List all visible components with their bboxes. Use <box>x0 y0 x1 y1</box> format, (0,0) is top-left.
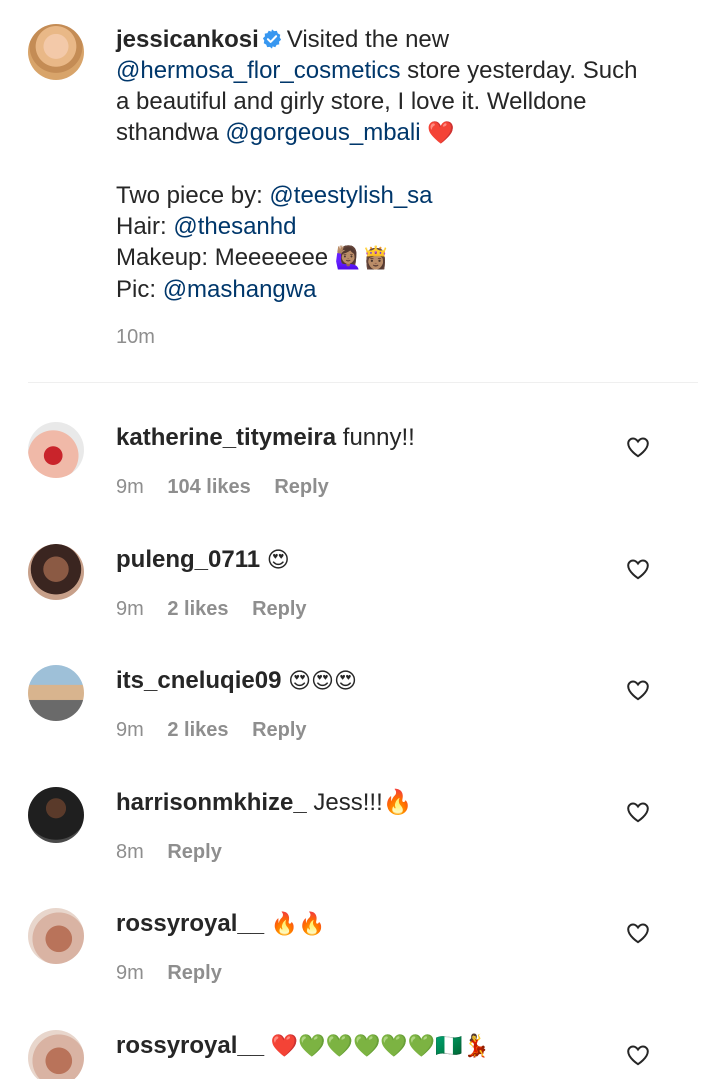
comment-likes[interactable]: 104 likes <box>167 476 250 498</box>
mention-pic[interactable]: @mashangwa <box>163 276 317 303</box>
caption-line4-prefix: sthandwa <box>116 119 219 146</box>
author-username[interactable]: jessicankosi <box>116 26 259 53</box>
reply-button[interactable]: Reply <box>167 962 221 984</box>
divider <box>28 382 698 383</box>
comment-time: 9m <box>116 598 144 620</box>
commenter-avatar[interactable] <box>28 787 84 843</box>
comment-meta: 9m 2 likes Reply <box>116 598 325 621</box>
mention-outfit[interactable]: @teestylish_sa <box>269 182 432 209</box>
commenter-avatar[interactable] <box>28 422 84 478</box>
comment-item: katherine_titymeira funny!! 9m 104 likes… <box>0 422 720 532</box>
comment-item: rossyroyal__ ❤️💚💚💚💚💚🇳🇬💃 <box>0 1030 720 1079</box>
comment-username[interactable]: its_cneluqie09 <box>116 667 281 694</box>
comment-text: Jess!!!🔥 <box>313 789 413 816</box>
heart-outline-icon[interactable] <box>626 1044 650 1066</box>
makeup-emoji: 🙋🏽‍♀️👸🏽 <box>334 246 390 271</box>
comment-text: 😍😍😍 <box>288 669 357 694</box>
comment-text: 😍 <box>266 548 290 573</box>
comment-body: rossyroyal__ 🔥🔥 <box>116 908 596 941</box>
commenter-avatar[interactable] <box>28 665 84 721</box>
comment-username[interactable]: rossyroyal__ <box>116 910 264 937</box>
comment-meta: 9m 2 likes Reply <box>116 719 325 742</box>
caption-line2: store yesterday. Such <box>407 57 638 84</box>
comment-item: rossyroyal__ 🔥🔥 9m Reply <box>0 908 720 1018</box>
verified-badge-icon <box>262 29 281 49</box>
commenter-avatar[interactable] <box>28 908 84 964</box>
heart-outline-icon[interactable] <box>626 922 650 944</box>
mention-store[interactable]: @hermosa_flor_cosmetics <box>116 57 400 84</box>
comment-time: 9m <box>116 476 144 498</box>
reply-button[interactable]: Reply <box>252 598 306 620</box>
comment-time: 9m <box>116 719 144 741</box>
comment-body: puleng_0711 😍 <box>116 544 596 577</box>
reply-button[interactable]: Reply <box>274 476 328 498</box>
credit-hair-label: Hair: <box>116 213 167 240</box>
heart-outline-icon[interactable] <box>626 679 650 701</box>
credit-makeup-label: Makeup: Meeeeeee <box>116 244 329 271</box>
comment-body: rossyroyal__ ❤️💚💚💚💚💚🇳🇬💃 <box>116 1030 596 1063</box>
commenter-avatar[interactable] <box>28 1030 84 1079</box>
comment-likes[interactable]: 2 likes <box>167 719 228 741</box>
comment-username[interactable]: katherine_titymeira <box>116 424 336 451</box>
comment-username[interactable]: harrisonmkhize_ <box>116 789 307 816</box>
comment-text: funny!! <box>342 424 415 451</box>
heart-outline-icon[interactable] <box>626 436 650 458</box>
author-avatar[interactable] <box>28 24 84 80</box>
comment-text: ❤️💚💚💚💚💚🇳🇬💃 <box>270 1034 490 1059</box>
comment-body: katherine_titymeira funny!! <box>116 422 596 454</box>
comment-meta: 8m Reply <box>116 841 240 864</box>
reply-button[interactable]: Reply <box>167 841 221 863</box>
caption-text: jessicankosi Visited the new @hermosa_fl… <box>116 24 676 305</box>
caption-line3: a beautiful and girly store, I love it. … <box>116 88 587 115</box>
mention-hair[interactable]: @thesanhd <box>173 213 296 240</box>
red-heart-emoji: ❤️ <box>427 121 455 146</box>
comment-time: 9m <box>116 962 144 984</box>
caption-line1: Visited the new <box>286 26 450 53</box>
post-caption: jessicankosi Visited the new @hermosa_fl… <box>0 0 720 382</box>
credit-pic-label: Pic: <box>116 276 157 303</box>
commenter-avatar[interactable] <box>28 544 84 600</box>
comment-body: harrisonmkhize_ Jess!!!🔥 <box>116 787 596 819</box>
comment-item: harrisonmkhize_ Jess!!!🔥 8m Reply <box>0 787 720 897</box>
mention-owner[interactable]: @gorgeous_mbali <box>225 119 420 146</box>
credit-outfit-label: Two piece by: <box>116 182 263 209</box>
comment-meta: 9m Reply <box>116 962 240 985</box>
comment-username[interactable]: rossyroyal__ <box>116 1032 264 1059</box>
post-timestamp: 10m <box>116 326 155 348</box>
heart-outline-icon[interactable] <box>626 801 650 823</box>
reply-button[interactable]: Reply <box>252 719 306 741</box>
comment-text: 🔥🔥 <box>270 912 326 937</box>
comment-item: its_cneluqie09 😍😍😍 9m 2 likes Reply <box>0 665 720 775</box>
heart-outline-icon[interactable] <box>626 558 650 580</box>
comment-meta: 9m 104 likes Reply <box>116 476 347 499</box>
comment-likes[interactable]: 2 likes <box>167 598 228 620</box>
comment-time: 8m <box>116 841 144 863</box>
comment-username[interactable]: puleng_0711 <box>116 546 260 573</box>
comment-body: its_cneluqie09 😍😍😍 <box>116 665 596 698</box>
comment-item: puleng_0711 😍 9m 2 likes Reply <box>0 544 720 654</box>
